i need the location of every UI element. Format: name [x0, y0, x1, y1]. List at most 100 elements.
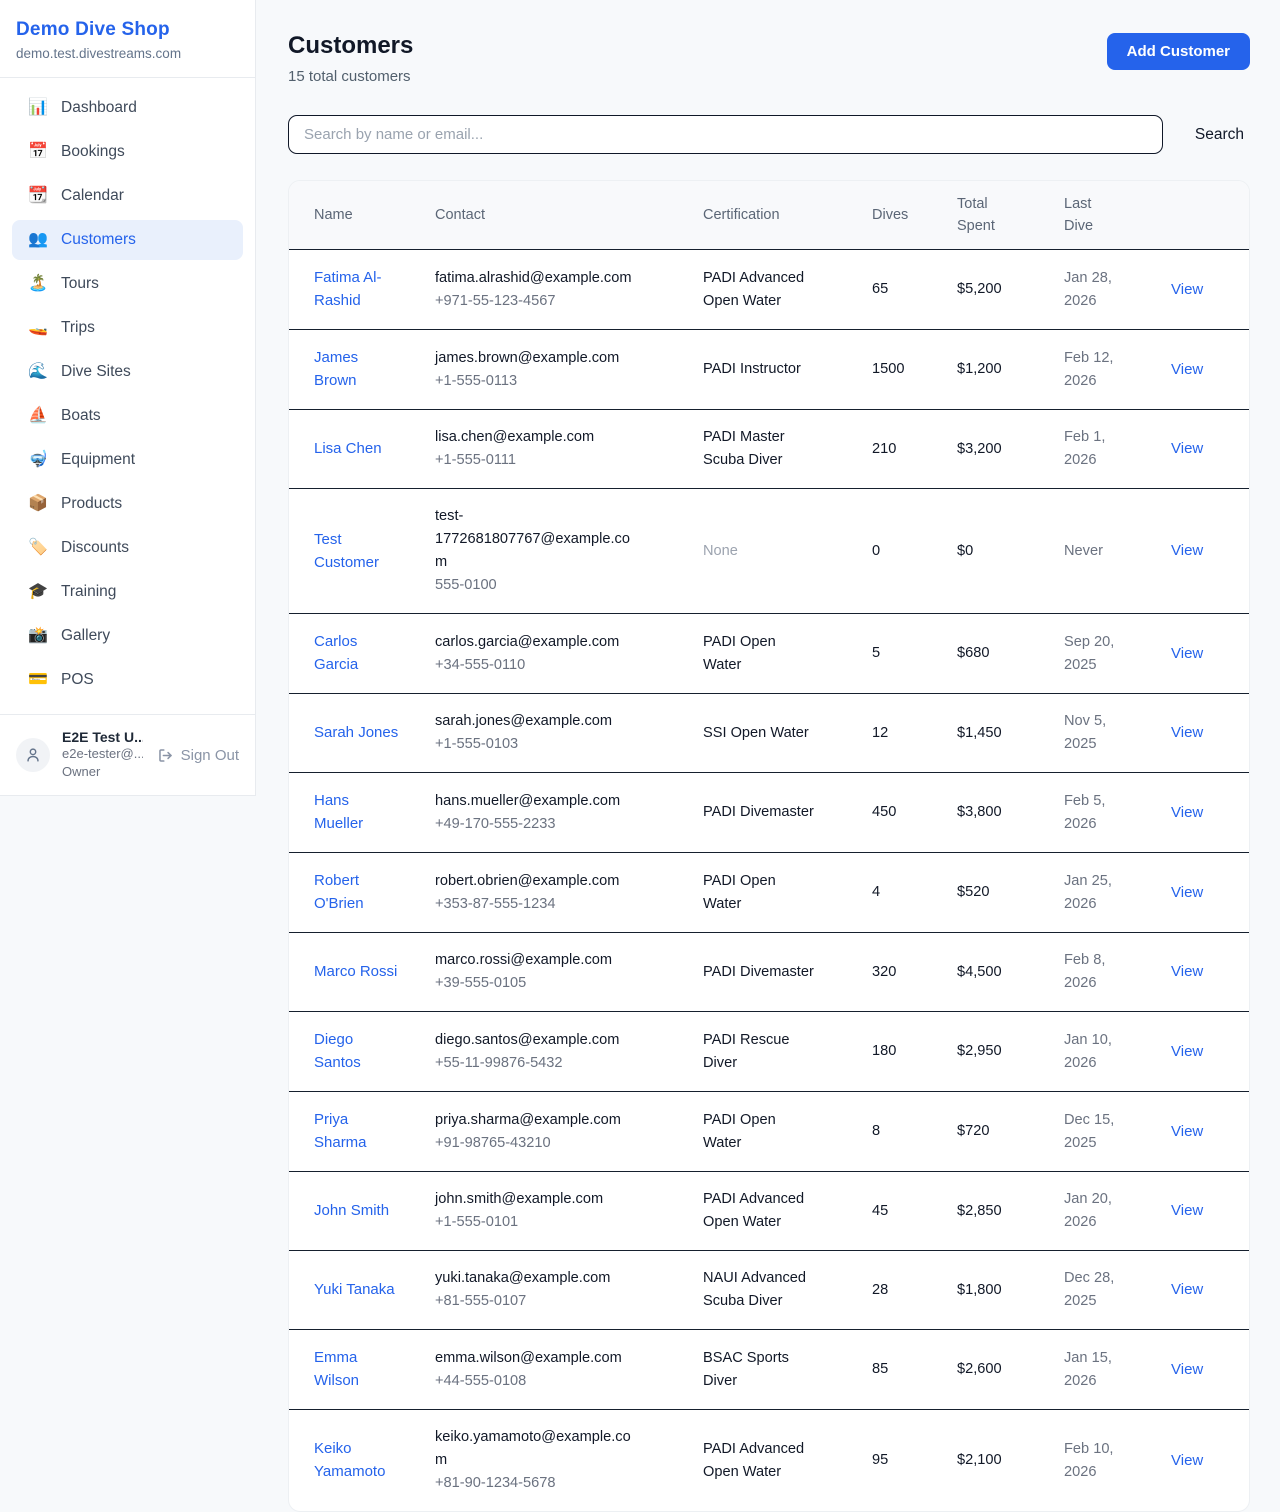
view-link[interactable]: View: [1171, 963, 1203, 980]
customer-name-link[interactable]: Yuki Tanaka: [314, 1278, 395, 1301]
search-button[interactable]: Search: [1189, 126, 1250, 144]
sidebar-item-dashboard[interactable]: 📊 Dashboard: [12, 88, 243, 128]
customer-last-dive: Dec 15, 2025: [1064, 1092, 1171, 1172]
customer-name-link[interactable]: Sarah Jones: [314, 721, 398, 744]
customer-name-link[interactable]: Test Customer: [314, 528, 400, 574]
view-link[interactable]: View: [1171, 1043, 1203, 1060]
view-link[interactable]: View: [1171, 1123, 1203, 1140]
sidebar-item-label: Boats: [61, 407, 101, 425]
user-icon: [24, 746, 42, 764]
table-row: Carlos Garcia carlos.garcia@example.com …: [289, 614, 1249, 694]
view-link[interactable]: View: [1171, 542, 1203, 559]
sidebar-item-gallery[interactable]: 📸 Gallery: [12, 616, 243, 656]
column-header-total-spent: Total Spent: [957, 181, 1064, 250]
column-header-contact: Contact: [435, 181, 703, 250]
view-link[interactable]: View: [1171, 804, 1203, 821]
customer-name-link[interactable]: James Brown: [314, 346, 400, 392]
page-header: Customers 15 total customers Add Custome…: [288, 32, 1250, 85]
column-header-actions: [1171, 181, 1249, 250]
customer-last-dive: Sep 20, 2025: [1064, 614, 1171, 694]
sidebar-item-label: Bookings: [61, 143, 125, 161]
sidebar-item-discounts[interactable]: 🏷️ Discounts: [12, 528, 243, 568]
view-link[interactable]: View: [1171, 1281, 1203, 1298]
view-link[interactable]: View: [1171, 724, 1203, 741]
sign-out-label: Sign Out: [181, 747, 239, 764]
sidebar-item-label: POS: [61, 671, 94, 689]
table-row: Hans Mueller hans.mueller@example.com +4…: [289, 773, 1249, 853]
customer-email: diego.santos@example.com: [435, 1029, 633, 1052]
customer-certification: PADI Rescue Diver: [703, 1012, 872, 1092]
customer-email: emma.wilson@example.com: [435, 1347, 633, 1370]
customer-name-link[interactable]: Diego Santos: [314, 1028, 400, 1074]
table-row: Fatima Al-Rashid fatima.alrashid@example…: [289, 250, 1249, 330]
search-input[interactable]: [288, 115, 1163, 154]
calendar-icon: 📅: [28, 144, 48, 160]
customer-name-link[interactable]: Carlos Garcia: [314, 630, 400, 676]
graduation-cap-icon: 🎓: [28, 584, 48, 600]
sidebar-item-boats[interactable]: ⛵ Boats: [12, 396, 243, 436]
view-link[interactable]: View: [1171, 440, 1203, 457]
customer-name-link[interactable]: Emma Wilson: [314, 1346, 400, 1392]
view-link[interactable]: View: [1171, 645, 1203, 662]
customer-last-dive: Dec 28, 2025: [1064, 1251, 1171, 1330]
view-link[interactable]: View: [1171, 1452, 1203, 1469]
view-link[interactable]: View: [1171, 1361, 1203, 1378]
sidebar-item-products[interactable]: 📦 Products: [12, 484, 243, 524]
table-row: Lisa Chen lisa.chen@example.com +1-555-0…: [289, 410, 1249, 489]
customer-total-spent: $680: [957, 614, 1064, 694]
customer-email: yuki.tanaka@example.com: [435, 1267, 633, 1290]
customer-dives: 12: [872, 694, 957, 773]
credit-card-icon: 💳: [28, 672, 48, 688]
table-row: Emma Wilson emma.wilson@example.com +44-…: [289, 1330, 1249, 1410]
customer-total-spent: $4,500: [957, 933, 1064, 1012]
user-name: E2E Test U...: [62, 729, 143, 745]
sidebar-item-trips[interactable]: 🚤 Trips: [12, 308, 243, 348]
sidebar-header: Demo Dive Shop demo.test.divestreams.com: [0, 0, 255, 78]
view-link[interactable]: View: [1171, 884, 1203, 901]
customer-last-dive: Jan 15, 2026: [1064, 1330, 1171, 1410]
customer-name-link[interactable]: Hans Mueller: [314, 789, 400, 835]
sidebar-item-label: Calendar: [61, 187, 124, 205]
sidebar-item-training[interactable]: 🎓 Training: [12, 572, 243, 612]
customer-total-spent: $1,200: [957, 330, 1064, 410]
add-customer-button[interactable]: Add Customer: [1107, 33, 1250, 70]
user-role: Owner: [62, 763, 143, 781]
sidebar-item-tours[interactable]: 🏝️ Tours: [12, 264, 243, 304]
view-link[interactable]: View: [1171, 281, 1203, 298]
sidebar-item-pos[interactable]: 💳 POS: [12, 660, 243, 700]
customer-phone: +39-555-0105: [435, 972, 633, 995]
sidebar-nav: 📊 Dashboard 📅 Bookings 📆 Calendar 👥 Cust…: [0, 78, 255, 714]
customer-name-link[interactable]: Priya Sharma: [314, 1108, 400, 1154]
customer-name-link[interactable]: Keiko Yamamoto: [314, 1437, 400, 1483]
customer-phone: +81-90-1234-5678: [435, 1472, 633, 1495]
customer-name-link[interactable]: Fatima Al-Rashid: [314, 266, 400, 312]
customer-name-link[interactable]: Lisa Chen: [314, 437, 382, 460]
customer-phone: +34-555-0110: [435, 654, 633, 677]
customer-last-dive: Feb 8, 2026: [1064, 933, 1171, 1012]
customer-name-link[interactable]: Robert O'Brien: [314, 869, 400, 915]
avatar: [16, 738, 50, 772]
customer-certification: PADI Advanced Open Water: [703, 1410, 872, 1512]
sidebar-item-customers[interactable]: 👥 Customers: [12, 220, 243, 260]
customer-phone: +1-555-0101: [435, 1211, 633, 1234]
table-header-row: Name Contact Certification Dives Total S…: [289, 181, 1249, 250]
customer-name-link[interactable]: Marco Rossi: [314, 960, 397, 983]
customer-email: john.smith@example.com: [435, 1188, 633, 1211]
sidebar-item-equipment[interactable]: 🤿 Equipment: [12, 440, 243, 480]
sign-out-button[interactable]: Sign Out: [157, 747, 239, 764]
customer-name-link[interactable]: John Smith: [314, 1199, 389, 1222]
customer-total-spent: $0: [957, 489, 1064, 614]
user-email: e2e-tester@...: [62, 745, 143, 763]
island-icon: 🏝️: [28, 276, 48, 292]
sidebar-item-calendar[interactable]: 📆 Calendar: [12, 176, 243, 216]
package-icon: 📦: [28, 496, 48, 512]
sailboat-icon: ⛵: [28, 408, 48, 424]
view-link[interactable]: View: [1171, 1202, 1203, 1219]
sidebar-item-dive-sites[interactable]: 🌊 Dive Sites: [12, 352, 243, 392]
sidebar-item-bookings[interactable]: 📅 Bookings: [12, 132, 243, 172]
table-row: Yuki Tanaka yuki.tanaka@example.com +81-…: [289, 1251, 1249, 1330]
view-link[interactable]: View: [1171, 361, 1203, 378]
table-row: Keiko Yamamoto keiko.yamamoto@example.co…: [289, 1410, 1249, 1512]
customer-phone: +353-87-555-1234: [435, 893, 633, 916]
customer-email: hans.mueller@example.com: [435, 790, 633, 813]
